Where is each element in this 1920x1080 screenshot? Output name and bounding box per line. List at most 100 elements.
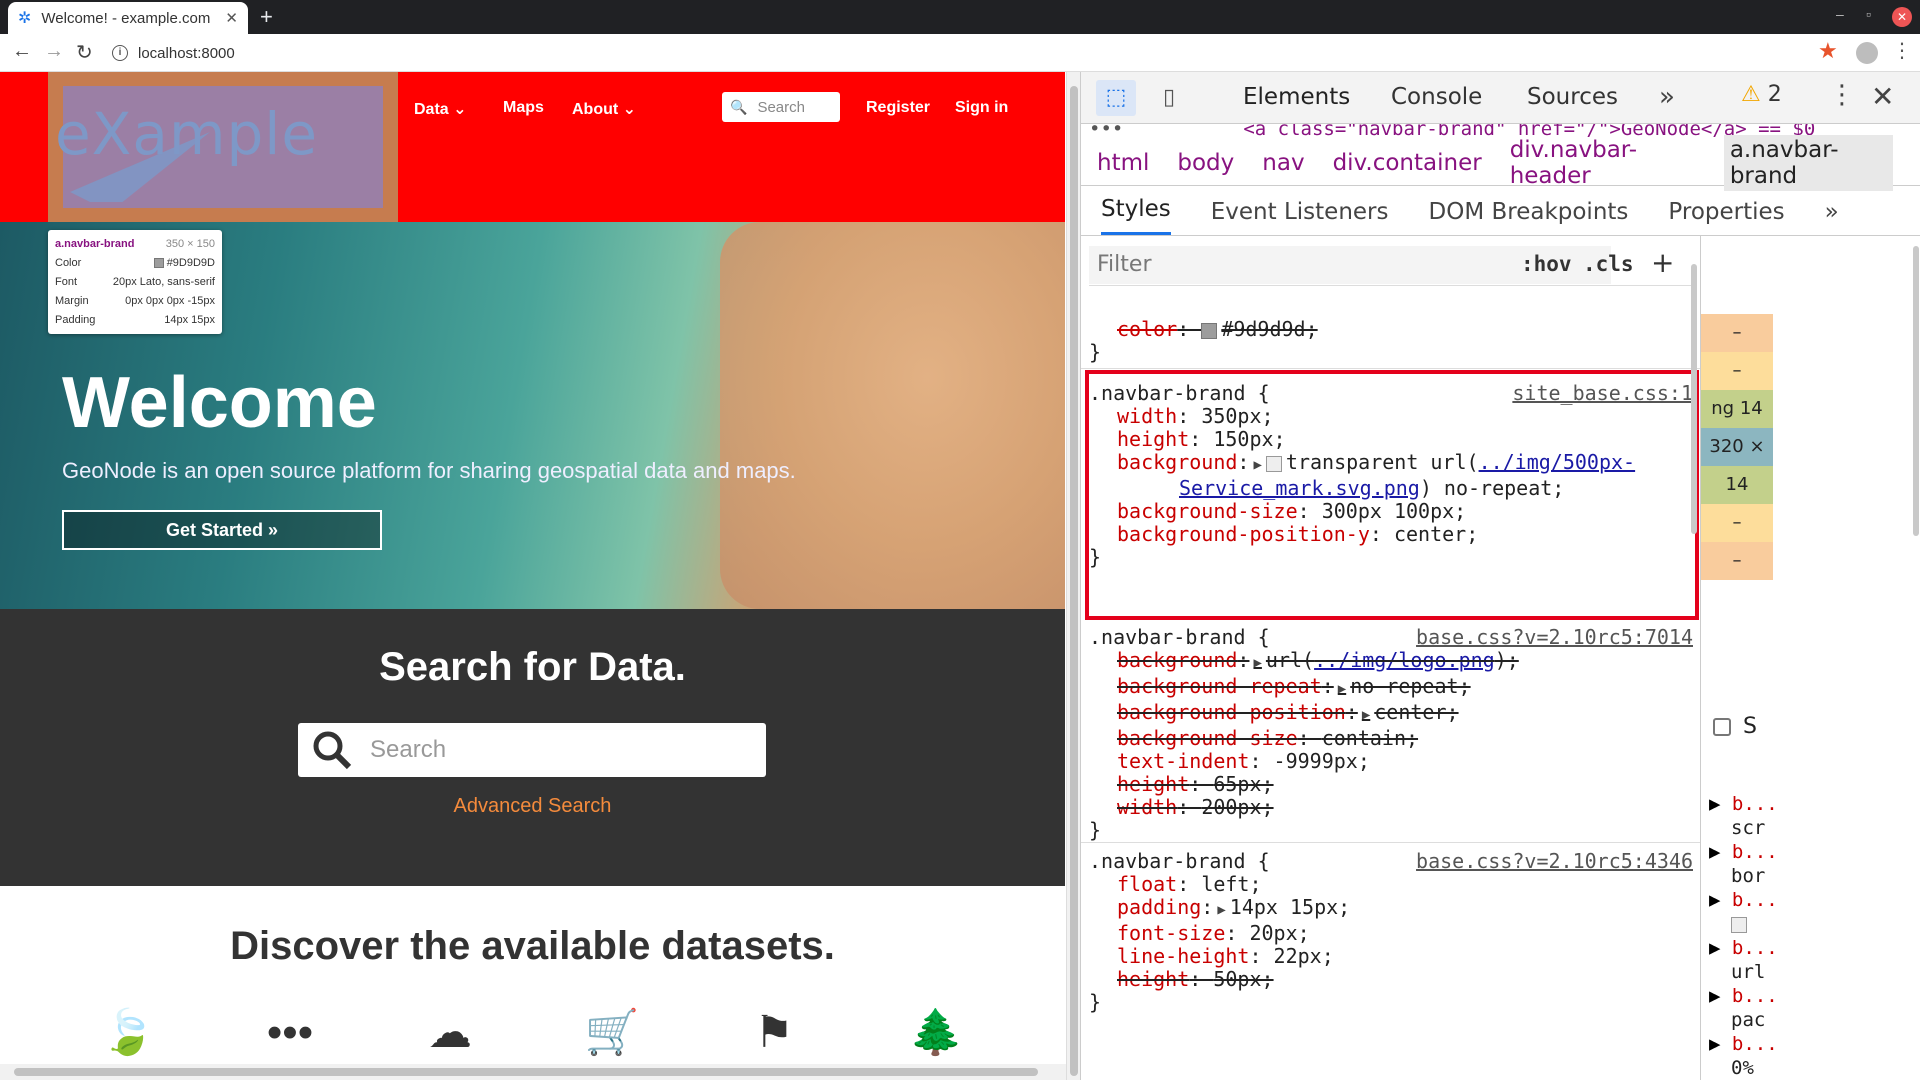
scrollbar-thumb[interactable] [1691, 264, 1697, 534]
css-prop-name[interactable]: padding [1117, 895, 1201, 919]
expand-triangle-icon[interactable]: ▶ [1253, 457, 1261, 473]
browser-menu-icon[interactable]: ⋮ [1892, 38, 1912, 63]
computed-item[interactable]: ▶ b... [1709, 888, 1778, 936]
expand-triangle-icon[interactable]: ▶ [1338, 681, 1346, 697]
css-prop-name[interactable]: height [1117, 427, 1189, 451]
nav-data[interactable]: Data ⌄ [414, 99, 467, 119]
css-prop-value[interactable]: 300px 100px; [1322, 499, 1467, 523]
tab-console[interactable]: Console [1391, 84, 1482, 110]
css-prop-name[interactable]: text-indent [1117, 749, 1249, 773]
computed-item[interactable]: ▶ b... scr [1709, 792, 1778, 840]
css-url-link[interactable]: Service_mark.svg.png [1179, 476, 1420, 500]
css-prop-value[interactable]: contain; [1322, 726, 1418, 750]
expand-triangle-icon[interactable]: ▶ [1709, 985, 1732, 1007]
css-prop-name[interactable]: line-height [1117, 944, 1249, 968]
browser-tab[interactable]: ✲ Welcome! - example.com ✕ [8, 2, 248, 34]
cart-icon[interactable]: 🛒 [582, 1008, 642, 1058]
sidebar-scrollbar[interactable] [1911, 236, 1920, 1080]
expand-triangle-icon[interactable]: ▶ [1217, 902, 1225, 918]
tab-sources[interactable]: Sources [1527, 84, 1618, 110]
css-prop-value[interactable]: 200px; [1201, 795, 1273, 819]
warnings-badge[interactable]: ⚠ 2 [1741, 82, 1782, 107]
css-url-link[interactable]: ../img/logo.png [1314, 648, 1495, 672]
window-close-icon[interactable]: ✕ [1892, 7, 1912, 27]
box-model-padding-bottom[interactable]: 14 [1701, 466, 1773, 504]
css-prop-name[interactable]: float [1117, 872, 1177, 896]
address-bar[interactable]: i localhost:8000 [112, 38, 1812, 68]
computed-item[interactable]: ▶ b... bor [1709, 840, 1778, 888]
css-prop-value[interactable]: -9999px; [1274, 749, 1370, 773]
css-prop-name[interactable]: font-size [1117, 921, 1225, 945]
expand-triangle-icon[interactable]: ▶ [1709, 841, 1732, 863]
bookmark-star-icon[interactable]: ★ [1818, 38, 1838, 64]
signin-link[interactable]: Sign in [955, 99, 1008, 117]
nav-search-input[interactable]: 🔍 Search [722, 92, 840, 122]
scrollbar-thumb[interactable] [1913, 246, 1919, 536]
tab-elements[interactable]: Elements [1243, 84, 1350, 110]
brand-logo[interactable]: eXample [55, 100, 318, 168]
cloud-icon[interactable]: ☁ [420, 1008, 480, 1058]
expand-triangle-icon[interactable]: ▶ [1709, 889, 1732, 911]
css-prop-name[interactable]: background-position-y [1117, 522, 1370, 546]
css-prop-name[interactable]: color [1117, 317, 1177, 341]
nav-about[interactable]: About ⌄ [572, 99, 636, 119]
breadcrumb-item[interactable]: nav [1262, 150, 1304, 176]
back-icon[interactable]: ← [12, 40, 32, 63]
expand-triangle-icon[interactable]: ▶ [1362, 707, 1370, 723]
tree-icon[interactable]: 🌲 [906, 1008, 966, 1058]
more-subtabs-icon[interactable]: » [1825, 199, 1839, 235]
css-prop-name[interactable]: background-position [1117, 700, 1346, 724]
computed-item[interactable]: ▶ b... url [1709, 936, 1778, 984]
leaf-icon[interactable]: 🍃 [98, 1008, 158, 1058]
css-prop-value[interactable]: 350px; [1201, 404, 1273, 428]
page-horizontal-scrollbar[interactable] [0, 1064, 1066, 1080]
css-prop-value[interactable]: 65px; [1213, 772, 1273, 796]
css-prop-name[interactable]: background-size [1117, 499, 1298, 523]
rule-selector[interactable]: .navbar-brand { [1089, 625, 1270, 649]
scrollbar-thumb[interactable] [14, 1068, 1038, 1076]
reload-icon[interactable]: ↻ [76, 40, 93, 65]
ellipsis-icon[interactable]: ••• [260, 1008, 320, 1058]
close-tab-icon[interactable]: ✕ [225, 9, 238, 27]
styles-scrollbar[interactable] [1689, 264, 1700, 1080]
register-link[interactable]: Register [866, 99, 930, 117]
rule-source-link[interactable]: base.css?v=2.10rc5:4346 [1416, 850, 1693, 873]
inspect-element-icon[interactable]: ⬚ [1096, 80, 1136, 116]
devtools-menu-icon[interactable]: ⋮ [1829, 80, 1855, 110]
css-prop-name[interactable]: height [1117, 772, 1189, 796]
box-model-border[interactable]: – [1701, 352, 1773, 390]
css-prop-value[interactable]: 14px 15px; [1230, 895, 1350, 919]
breadcrumb-item[interactable]: div.container [1333, 150, 1482, 176]
computed-item[interactable]: ▶ b... pac [1709, 984, 1778, 1032]
cls-toggle[interactable]: .cls [1583, 252, 1634, 276]
breadcrumb-item[interactable]: div.navbar-header [1510, 137, 1696, 189]
css-prop-value[interactable]: 20px; [1249, 921, 1309, 945]
rule-selector[interactable]: .navbar-brand { [1089, 849, 1270, 873]
css-prop-value[interactable]: 22px; [1274, 944, 1334, 968]
expand-triangle-icon[interactable]: ▶ [1709, 793, 1732, 815]
css-prop-value[interactable]: center; [1394, 522, 1478, 546]
nav-maps[interactable]: Maps [503, 99, 544, 117]
css-prop-value[interactable]: #9d9d9d; [1221, 317, 1317, 341]
color-swatch[interactable] [1201, 322, 1218, 339]
css-prop-value[interactable]: 50px; [1213, 967, 1273, 991]
css-prop-name[interactable]: background-size [1117, 726, 1298, 750]
breadcrumb-item[interactable]: body [1177, 150, 1234, 176]
tab-dom-breakpoints[interactable]: DOM Breakpoints [1429, 199, 1629, 235]
box-model-content[interactable]: 320 × 1 [1701, 428, 1773, 495]
page-vertical-scrollbar[interactable] [1066, 72, 1080, 1080]
box-model-border-bottom[interactable]: – [1701, 504, 1773, 542]
rule-source-link[interactable]: site_base.css:1 [1512, 382, 1693, 405]
flag-icon[interactable]: ⚑ [744, 1008, 804, 1058]
breadcrumb-item-selected[interactable]: a.navbar-brand [1723, 134, 1893, 191]
scrollbar-thumb[interactable] [1070, 86, 1078, 1076]
restore-icon[interactable]: ▫ [1866, 6, 1871, 22]
css-url-link[interactable]: ../img/500px- [1479, 450, 1636, 474]
expand-triangle-icon[interactable]: ▶ [1253, 655, 1261, 671]
get-started-button[interactable]: Get Started » [62, 510, 382, 550]
css-prop-name[interactable]: background [1117, 450, 1237, 474]
rule-source-link[interactable]: base.css?v=2.10rc5:7014 [1416, 626, 1693, 649]
expand-triangle-icon[interactable]: ▶ [1709, 937, 1732, 959]
tab-properties[interactable]: Properties [1668, 199, 1784, 235]
devtools-close-icon[interactable]: ✕ [1871, 80, 1894, 113]
